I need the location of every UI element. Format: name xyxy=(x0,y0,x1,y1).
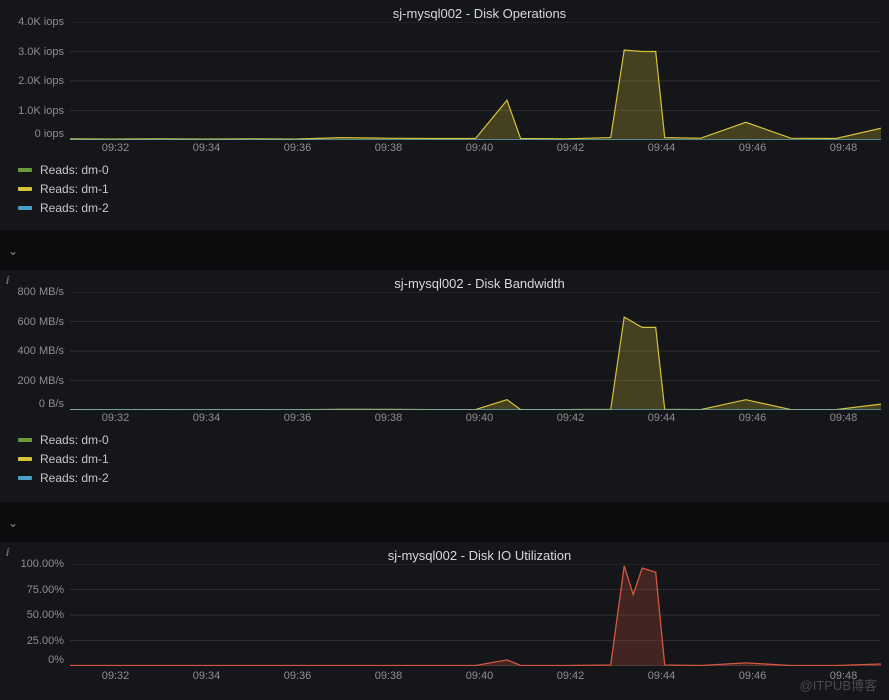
panel-title: sj-mysql002 - Disk Operations xyxy=(70,6,889,21)
chevron-down-icon: ⌄ xyxy=(8,244,18,258)
legend-item-dm2[interactable]: Reads: dm-2 xyxy=(18,468,109,487)
x-tick: 09:40 xyxy=(466,142,494,154)
x-tick: 09:46 xyxy=(739,412,767,424)
x-tick: 09:42 xyxy=(557,412,585,424)
x-tick: 09:34 xyxy=(193,670,221,682)
legend: Reads: dm-0 Reads: dm-1 Reads: dm-2 xyxy=(18,160,109,217)
x-tick: 09:38 xyxy=(375,412,403,424)
legend-item-dm1[interactable]: Reads: dm-1 xyxy=(18,449,109,468)
x-tick: 09:38 xyxy=(375,670,403,682)
row-collapse-bar[interactable]: ⌄ xyxy=(0,502,889,542)
x-tick: 09:42 xyxy=(557,670,585,682)
plot-svg xyxy=(70,564,881,666)
panel-title: sj-mysql002 - Disk IO Utilization xyxy=(70,548,889,563)
chart-disk-bandwidth[interactable]: 0 B/s 200 MB/s 400 MB/s 600 MB/s 800 MB/… xyxy=(0,292,881,410)
legend-item-dm2[interactable]: Reads: dm-2 xyxy=(18,198,109,217)
info-icon[interactable]: i xyxy=(6,547,9,559)
chart-disk-operations[interactable]: 0 iops 1.0K iops 2.0K iops 3.0K iops 4.0… xyxy=(0,22,881,140)
x-tick: 09:46 xyxy=(739,670,767,682)
x-tick: 09:40 xyxy=(466,412,494,424)
x-tick: 09:46 xyxy=(739,142,767,154)
x-tick: 09:32 xyxy=(102,142,130,154)
x-tick: 09:36 xyxy=(284,142,312,154)
x-tick: 09:36 xyxy=(284,412,312,424)
y-axis: 0 B/s 200 MB/s 400 MB/s 600 MB/s 800 MB/… xyxy=(0,292,70,410)
x-tick: 09:36 xyxy=(284,670,312,682)
x-tick: 09:34 xyxy=(193,412,221,424)
x-tick: 09:44 xyxy=(648,412,676,424)
panel-title: sj-mysql002 - Disk Bandwidth xyxy=(70,276,889,291)
legend-item-dm0[interactable]: Reads: dm-0 xyxy=(18,430,109,449)
legend-item-dm1[interactable]: Reads: dm-1 xyxy=(18,179,109,198)
x-tick: 09:34 xyxy=(193,142,221,154)
x-tick: 09:32 xyxy=(102,412,130,424)
row-collapse-bar[interactable]: ⌄ xyxy=(0,230,889,270)
watermark: @ITPUB博客 xyxy=(800,675,877,694)
chart-disk-io-util[interactable]: 0% 25.00% 50.00% 75.00% 100.00% xyxy=(0,564,881,666)
x-tick: 09:48 xyxy=(830,142,858,154)
panel-disk-io-utilization: i sj-mysql002 - Disk IO Utilization 0% 2… xyxy=(0,542,889,700)
panel-disk-bandwidth: i sj-mysql002 - Disk Bandwidth 0 B/s 200… xyxy=(0,270,889,502)
info-icon[interactable]: i xyxy=(6,275,9,287)
x-tick: 09:40 xyxy=(466,670,494,682)
y-axis: 0% 25.00% 50.00% 75.00% 100.00% xyxy=(0,564,70,666)
x-tick: 09:44 xyxy=(648,142,676,154)
x-tick: 09:32 xyxy=(102,670,130,682)
x-tick: 09:48 xyxy=(830,412,858,424)
dashboard: sj-mysql002 - Disk Operations 0 iops 1.0… xyxy=(0,0,889,700)
x-tick: 09:44 xyxy=(648,670,676,682)
x-tick: 09:42 xyxy=(557,142,585,154)
x-tick: 09:38 xyxy=(375,142,403,154)
legend: Reads: dm-0 Reads: dm-1 Reads: dm-2 xyxy=(18,430,109,487)
chevron-down-icon: ⌄ xyxy=(8,516,18,530)
y-axis: 0 iops 1.0K iops 2.0K iops 3.0K iops 4.0… xyxy=(0,22,70,140)
legend-item-dm0[interactable]: Reads: dm-0 xyxy=(18,160,109,179)
plot-svg xyxy=(70,292,881,410)
panel-disk-operations: sj-mysql002 - Disk Operations 0 iops 1.0… xyxy=(0,0,889,230)
plot-svg xyxy=(70,22,881,140)
